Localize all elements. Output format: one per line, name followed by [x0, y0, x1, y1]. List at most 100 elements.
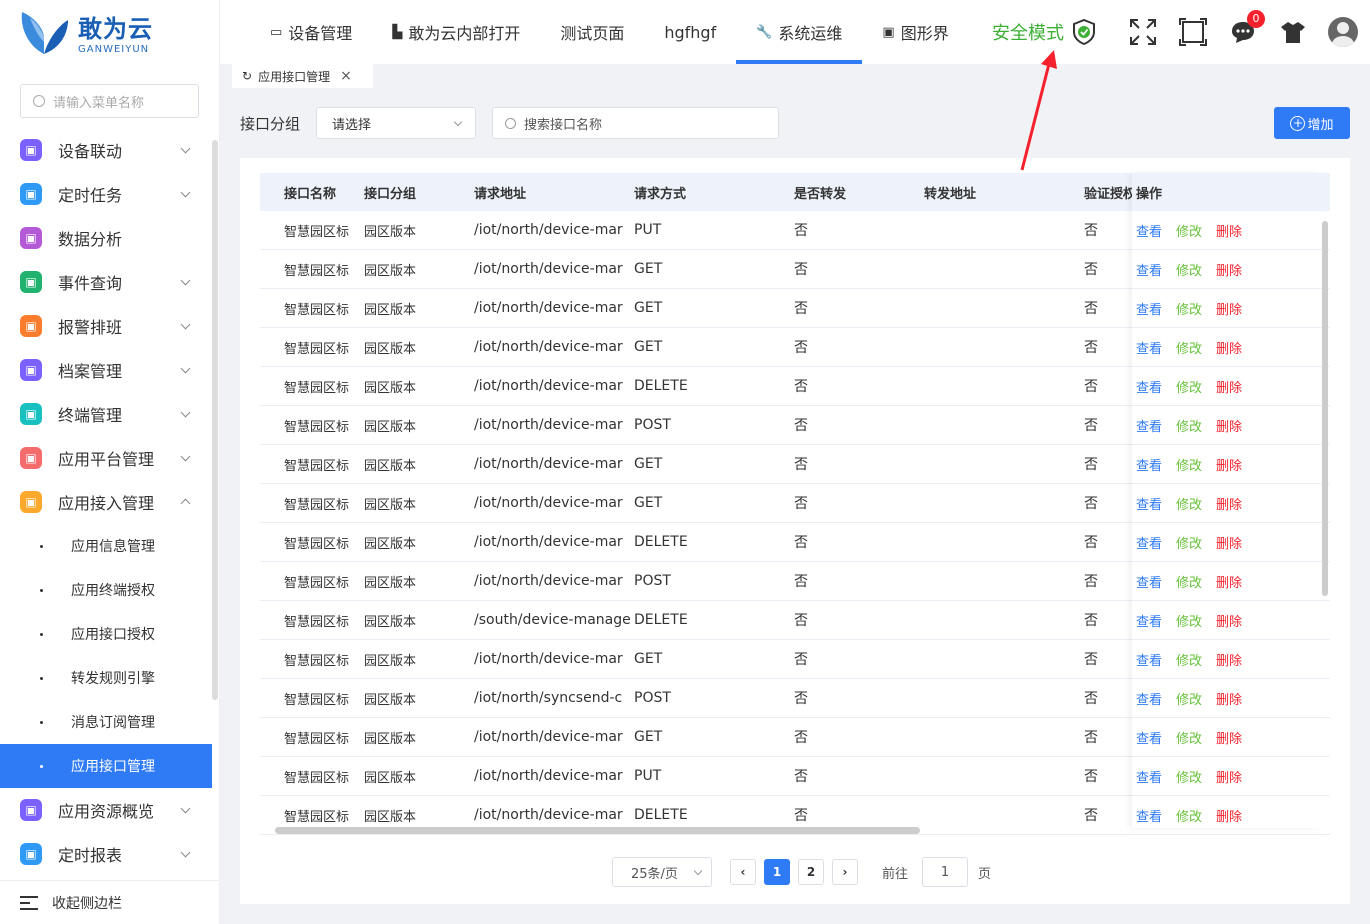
edit-link[interactable]: 修改: [1176, 732, 1202, 747]
safe-mode-label[interactable]: 安全模式: [992, 19, 1064, 45]
sidebar-subitem[interactable]: 转发规则引擎: [0, 656, 219, 700]
next-page-button[interactable]: ›: [832, 859, 858, 885]
edit-link[interactable]: 修改: [1176, 459, 1202, 474]
sidebar-item[interactable]: ▣ 定时报表: [0, 832, 219, 876]
group-select[interactable]: 请选择: [316, 107, 477, 139]
view-link[interactable]: 查看: [1136, 459, 1162, 474]
del-link[interactable]: 删除: [1216, 615, 1242, 630]
del-link[interactable]: 删除: [1216, 537, 1242, 552]
view-link[interactable]: 查看: [1136, 771, 1162, 786]
view-link[interactable]: 查看: [1136, 225, 1162, 240]
api-search-input[interactable]: 搜索接口名称: [492, 107, 780, 139]
table-vertical-scrollbar[interactable]: [1322, 221, 1328, 596]
del-link[interactable]: 删除: [1216, 693, 1242, 708]
view-link[interactable]: 查看: [1136, 537, 1162, 552]
page-number-button[interactable]: 1: [764, 859, 790, 885]
menu-search-input[interactable]: 请输入菜单名称: [20, 84, 199, 118]
sidebar-item[interactable]: ▣ 终端管理: [0, 392, 219, 436]
del-link[interactable]: 删除: [1216, 654, 1242, 669]
theme-shirt-icon[interactable]: [1279, 18, 1307, 46]
view-link[interactable]: 查看: [1136, 810, 1162, 825]
edit-link[interactable]: 修改: [1176, 225, 1202, 240]
message-icon[interactable]: 0: [1229, 10, 1265, 46]
screen-frame-icon[interactable]: [1179, 18, 1207, 46]
sidebar-item[interactable]: ▣ 应用平台管理: [0, 436, 219, 480]
del-link[interactable]: 删除: [1216, 225, 1242, 240]
sidebar-item[interactable]: ▣ 事件查询: [0, 260, 219, 304]
view-link[interactable]: 查看: [1136, 654, 1162, 669]
del-link[interactable]: 删除: [1216, 303, 1242, 318]
sidebar-item[interactable]: ▣ 应用资源概览: [0, 788, 219, 832]
edit-link[interactable]: 修改: [1176, 342, 1202, 357]
fullscreen-icon[interactable]: [1129, 18, 1157, 46]
edit-link[interactable]: 修改: [1176, 576, 1202, 591]
edit-link[interactable]: 修改: [1176, 537, 1202, 552]
view-link[interactable]: 查看: [1136, 498, 1162, 513]
edit-link[interactable]: 修改: [1176, 264, 1202, 279]
view-link[interactable]: 查看: [1136, 420, 1162, 435]
edit-link[interactable]: 修改: [1176, 498, 1202, 513]
logo[interactable]: 敢为云 GANWEIYUN: [0, 0, 219, 64]
sidebar-item[interactable]: ▣ 定时任务: [0, 172, 219, 216]
del-link[interactable]: 删除: [1216, 264, 1242, 279]
page-number-button[interactable]: 2: [798, 859, 824, 885]
prev-page-button[interactable]: ‹: [730, 859, 756, 885]
del-link[interactable]: 删除: [1216, 810, 1242, 825]
nav-tab[interactable]: 测试页面: [540, 0, 644, 64]
sidebar-subitem[interactable]: 消息订阅管理: [0, 700, 219, 744]
view-link[interactable]: 查看: [1136, 615, 1162, 630]
nav-tab[interactable]: ▙ 敢为云内部打开: [372, 0, 540, 64]
table-horizontal-scrollbar[interactable]: [275, 827, 920, 834]
column-header: 请求地址: [474, 186, 527, 202]
view-link[interactable]: 查看: [1136, 732, 1162, 747]
edit-link[interactable]: 修改: [1176, 615, 1202, 630]
view-link[interactable]: 查看: [1136, 264, 1162, 279]
goto-page-input[interactable]: 1: [922, 857, 969, 887]
del-link[interactable]: 删除: [1216, 459, 1242, 474]
sidebar-subitem[interactable]: 应用接口管理: [0, 744, 212, 788]
nav-tab[interactable]: ▭ 设备管理: [250, 0, 372, 64]
sidebar-subitem[interactable]: 应用信息管理: [0, 524, 219, 568]
sidebar-subitem[interactable]: 应用终端授权: [0, 568, 219, 612]
refresh-icon[interactable]: ↻: [242, 69, 252, 83]
sidebar-item[interactable]: ▣ 数据分析: [0, 216, 219, 260]
table-row: 智慧园区标 园区版本/iot/north/device-mar GET 否 否 查看 修改删…: [260, 250, 1330, 289]
edit-link[interactable]: 修改: [1176, 771, 1202, 786]
edit-link[interactable]: 修改: [1176, 693, 1202, 708]
edit-link[interactable]: 修改: [1176, 810, 1202, 825]
nav-tab[interactable]: hgfhgf: [644, 0, 736, 64]
view-link[interactable]: 查看: [1136, 576, 1162, 591]
page-size-select[interactable]: 25条/页: [612, 857, 712, 887]
shield-check-icon[interactable]: [1072, 19, 1096, 45]
sidebar-item[interactable]: ▣ 档案管理: [0, 348, 219, 392]
column-header: 接口分组: [364, 186, 417, 202]
edit-link[interactable]: 修改: [1176, 303, 1202, 318]
del-link[interactable]: 删除: [1216, 342, 1242, 357]
bullet-icon: [40, 676, 43, 680]
nav-tab[interactable]: ▣ 图形界: [862, 0, 968, 64]
sidebar-subitem[interactable]: 应用接口授权: [0, 612, 219, 656]
user-avatar[interactable]: [1328, 17, 1358, 47]
sidebar-item[interactable]: ▣ 应用接入管理: [0, 480, 219, 524]
sidebar-scrollbar[interactable]: [212, 140, 218, 700]
nav-tab[interactable]: 🔧 系统运维: [736, 0, 863, 64]
del-link[interactable]: 删除: [1216, 732, 1242, 747]
view-link[interactable]: 查看: [1136, 303, 1162, 318]
sidebar-item[interactable]: ▣ 报警排班: [0, 304, 219, 348]
del-link[interactable]: 删除: [1216, 420, 1242, 435]
del-link[interactable]: 删除: [1216, 381, 1242, 396]
sidebar-item[interactable]: ▣ 设备联动: [0, 128, 219, 172]
edit-link[interactable]: 修改: [1176, 381, 1202, 396]
del-link[interactable]: 删除: [1216, 771, 1242, 786]
collapse-sidebar-button[interactable]: 收起侧边栏: [0, 880, 220, 924]
view-link[interactable]: 查看: [1136, 342, 1162, 357]
del-link[interactable]: 删除: [1216, 498, 1242, 513]
add-button[interactable]: + 增加: [1274, 107, 1350, 139]
edit-link[interactable]: 修改: [1176, 420, 1202, 435]
del-link[interactable]: 删除: [1216, 576, 1242, 591]
close-icon[interactable]: ×: [340, 68, 352, 84]
view-link[interactable]: 查看: [1136, 381, 1162, 396]
view-link[interactable]: 查看: [1136, 693, 1162, 708]
page-tab-active[interactable]: ↻ 应用接口管理 ×: [232, 64, 373, 88]
edit-link[interactable]: 修改: [1176, 654, 1202, 669]
